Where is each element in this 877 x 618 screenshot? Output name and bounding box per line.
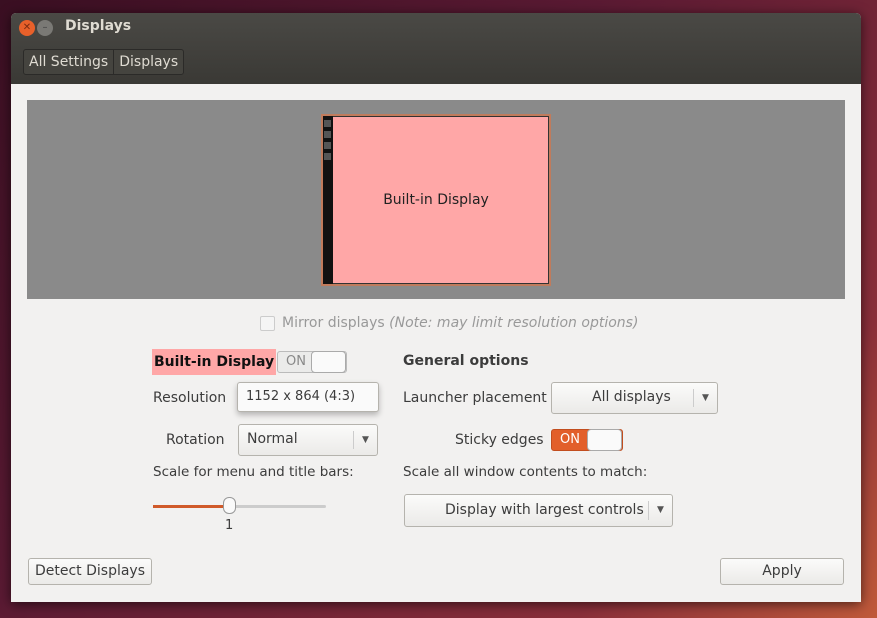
slider-thumb[interactable] xyxy=(223,497,236,514)
resolution-label: Resolution xyxy=(153,390,227,406)
breadcrumb-all-settings[interactable]: All Settings xyxy=(24,50,115,74)
detect-displays-button[interactable]: Detect Displays xyxy=(28,558,152,585)
close-button[interactable]: ✕ xyxy=(19,20,35,36)
displays-window: ✕ – Displays All Settings Displays Built… xyxy=(11,13,861,602)
rotation-dropdown[interactable]: Normal ▼ xyxy=(238,424,378,456)
title-bar: ✕ – Displays All Settings Displays xyxy=(11,13,861,84)
rotation-value: Normal xyxy=(247,431,298,447)
chevron-down-icon: ▼ xyxy=(693,389,717,407)
display-toggle-label: ON xyxy=(286,354,306,369)
toggle-knob xyxy=(311,351,346,373)
chevron-down-icon: ▼ xyxy=(648,501,672,520)
scale-all-value: Display with largest controls xyxy=(445,502,644,518)
monitor-label: Built-in Display xyxy=(383,192,489,208)
launcher-placement-label: Launcher placement xyxy=(403,390,547,406)
sticky-edges-label: Sticky edges xyxy=(455,432,544,448)
chevron-down-icon: ▼ xyxy=(353,431,377,449)
scale-value: 1 xyxy=(225,518,234,533)
minimize-button[interactable]: – xyxy=(37,20,53,36)
display-toggle[interactable]: ON xyxy=(277,351,347,373)
rotation-label: Rotation xyxy=(166,432,225,448)
monitor-builtin[interactable]: Built-in Display xyxy=(321,114,551,286)
sticky-edges-toggle[interactable]: ON xyxy=(551,429,623,451)
breadcrumb: All Settings Displays xyxy=(23,49,185,75)
launcher-placement-value: All displays xyxy=(592,389,671,405)
mirror-displays-label: Mirror displays xyxy=(282,315,385,331)
launcher-placement-dropdown[interactable]: All displays ▼ xyxy=(551,382,718,414)
mirror-displays-checkbox[interactable] xyxy=(260,316,275,331)
window-title: Displays xyxy=(65,18,132,34)
scale-label: Scale for menu and title bars: xyxy=(153,464,354,480)
resolution-dropdown[interactable]: 1152 x 864 (4:3) xyxy=(237,382,379,412)
apply-button[interactable]: Apply xyxy=(720,558,844,585)
display-arrangement-area[interactable]: Built-in Display xyxy=(27,100,845,299)
display-name: Built-in Display xyxy=(152,349,277,375)
sticky-edges-toggle-label: ON xyxy=(560,432,580,447)
scale-all-label: Scale all window contents to match: xyxy=(403,464,648,480)
toggle-knob xyxy=(587,429,622,451)
breadcrumb-displays[interactable]: Displays xyxy=(114,50,183,74)
general-options-heading: General options xyxy=(403,353,529,369)
resolution-value: 1152 x 864 (4:3) xyxy=(246,389,356,404)
scale-slider[interactable] xyxy=(153,497,326,514)
scale-all-dropdown[interactable]: Display with largest controls ▼ xyxy=(404,494,673,527)
mirror-displays-note: (Note: may limit resolution options) xyxy=(389,315,639,331)
